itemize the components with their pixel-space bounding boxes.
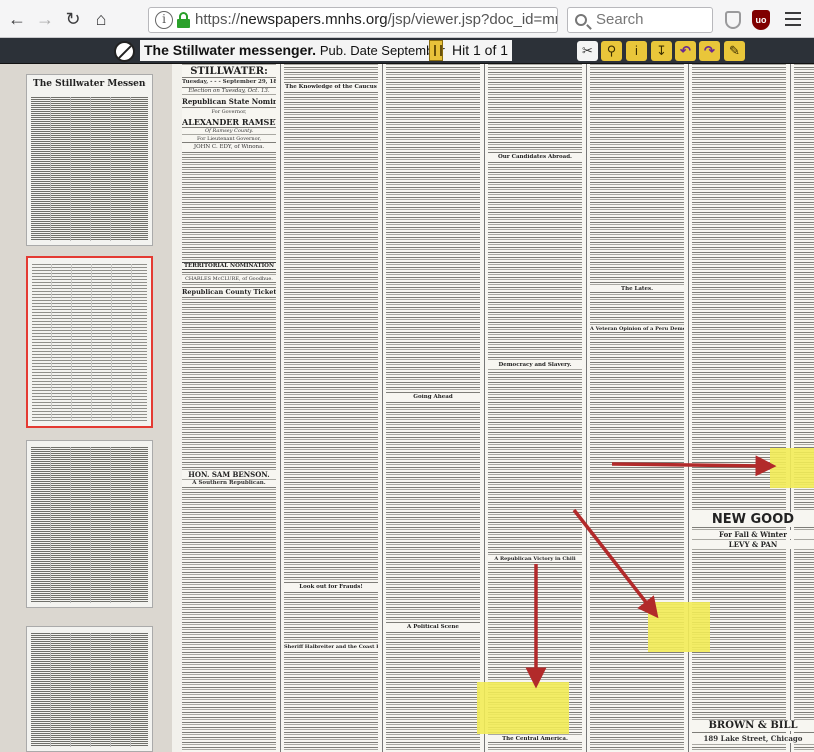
info-icon[interactable]: i (155, 11, 173, 29)
scissors-icon[interactable]: ✂ (577, 41, 598, 61)
newspaper-page-view[interactable]: STILLWATER: Tuesday, - - - September 29,… (172, 64, 814, 752)
lock-icon (177, 12, 190, 28)
hit-count: Hit 1 of 1 (448, 40, 513, 61)
page-thumbnails-panel: The Stillwater Messenger. (0, 64, 172, 752)
thumbnail-page-3[interactable] (26, 440, 153, 608)
pencil-icon[interactable]: ✎ (724, 41, 745, 61)
thumbnail-page-4[interactable] (26, 626, 153, 752)
rotate-right-icon[interactable]: ↷ (699, 41, 720, 61)
home-icon[interactable]: ⌂ (90, 8, 112, 30)
url-host: newspapers.mnhs.org (240, 11, 388, 28)
browser-toolbar: ← → ↻ ⌂ i https://newspapers.mnhs.org/js… (0, 0, 814, 38)
reload-icon[interactable]: ↻ (62, 8, 84, 30)
rotate-left-icon[interactable]: ↶ (675, 41, 696, 61)
forward-arrow-icon[interactable]: → (34, 8, 56, 30)
search-input[interactable]: Search (567, 7, 713, 33)
arrow-to-hit-3 (611, 455, 777, 477)
thumbnail-text-block (32, 264, 147, 422)
paper-title-text: The Stillwater messenger. (144, 42, 316, 58)
info-button-icon[interactable]: i (626, 41, 647, 61)
search-placeholder: Search (596, 11, 644, 28)
ublock-icon[interactable]: uo (752, 10, 770, 30)
thumbnail-text-block (31, 97, 148, 241)
back-arrow-icon[interactable]: ← (6, 8, 28, 30)
url-path: /jsp/viewer.jsp?doc_id=mnhi (387, 11, 558, 28)
viewer-toolbar: The Stillwater messenger. Pub. Date Sept… (0, 38, 814, 64)
download-icon[interactable]: ↧ (651, 41, 672, 61)
thumbnail-text-block (31, 447, 148, 603)
search-icon (575, 14, 587, 26)
pause-icon[interactable] (429, 40, 443, 61)
magnify-icon[interactable]: ⚲ (601, 41, 622, 61)
thumbnail-page-1[interactable]: The Stillwater Messenger. (26, 74, 153, 246)
tracking-shield-icon[interactable] (725, 11, 741, 29)
annotation-arrows (525, 455, 777, 689)
thumbnail-text-block (31, 633, 148, 747)
url-scheme: https:// (195, 11, 241, 28)
no-symbol-icon[interactable] (114, 41, 135, 62)
hamburger-menu-icon[interactable] (785, 12, 801, 26)
arrow-to-hit-2 (572, 508, 659, 619)
thumbnail-page-2[interactable] (26, 256, 153, 428)
url-bar[interactable]: i https://newspapers.mnhs.org/jsp/viewer… (148, 7, 558, 33)
thumbnail-masthead: The Stillwater Messenger. (33, 79, 146, 89)
